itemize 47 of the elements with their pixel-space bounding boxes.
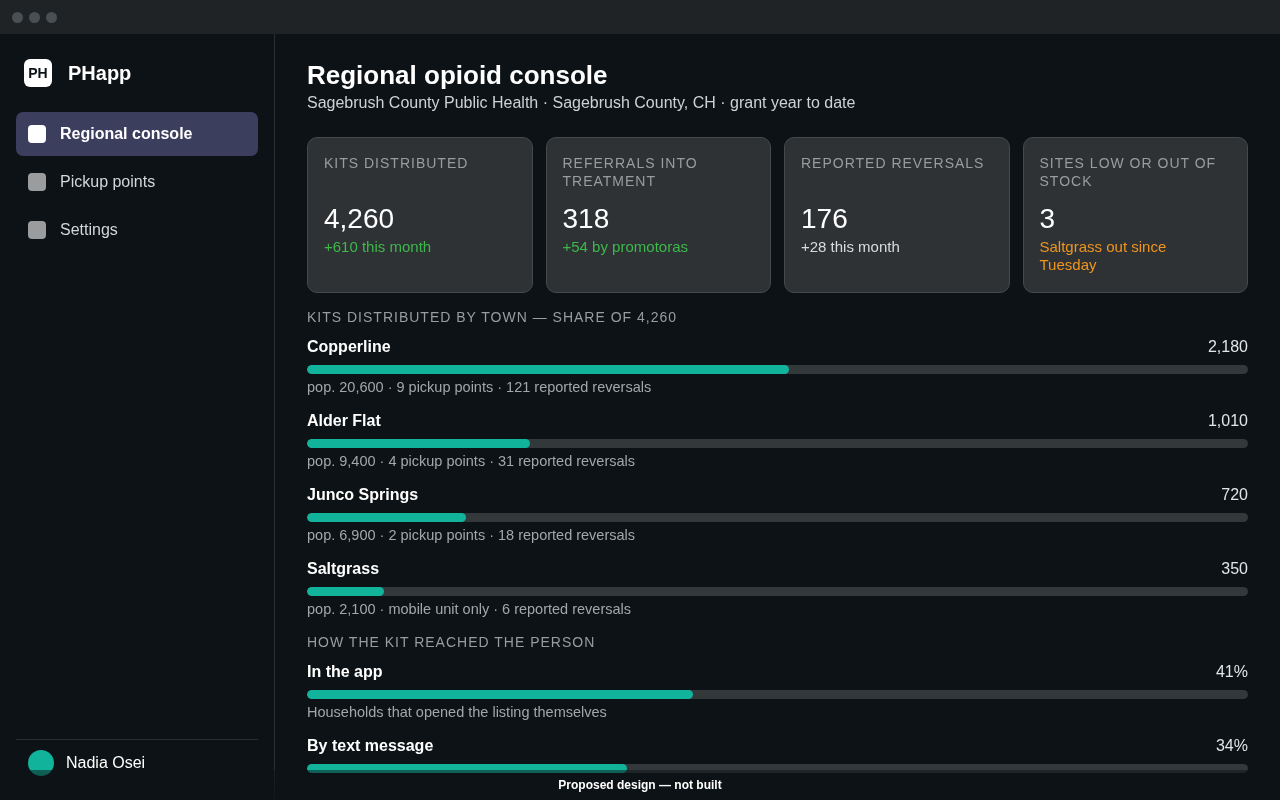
nav-icon: [28, 221, 46, 239]
stat-label: REFERRALS INTO TREATMENT: [562, 154, 699, 191]
row-caption: Households that opened the listing themselves: [307, 703, 608, 722]
row-value: 34%: [1215, 736, 1248, 757]
nav-icon: [28, 125, 46, 143]
stat-note: +610 this month: [324, 237, 433, 256]
row-caption: pop. 9,400 · 4 pickup points · 31 reported reversals: [307, 452, 637, 471]
row-label: In the app: [307, 662, 383, 683]
stat-label: REPORTED REVERSALS: [801, 154, 986, 174]
app-name: PHapp: [68, 61, 132, 86]
row-label: Alder Flat: [307, 411, 381, 432]
sidebar-item[interactable]: Pickup points: [16, 160, 258, 204]
stat-label: KITS DISTRIBUTED: [324, 154, 470, 174]
section-heading: HOW THE KIT REACHED THE PERSON: [307, 633, 597, 652]
row-value: 720: [1221, 485, 1248, 506]
stat-value: 3: [1039, 202, 1057, 236]
stat-note: Saltgrass out since Tuesday: [1039, 237, 1168, 274]
row-label: By text message: [307, 736, 434, 757]
row-value: 41%: [1215, 662, 1248, 683]
row-label: Junco Springs: [307, 485, 419, 506]
stat-value: 318: [562, 202, 611, 236]
sidebar-item[interactable]: Regional console: [16, 112, 258, 156]
window-control[interactable]: [29, 11, 40, 23]
stat-value: 176: [801, 202, 849, 236]
section-heading: KITS DISTRIBUTED BY TOWN — SHARE OF 4,260: [307, 308, 679, 327]
stat-note: +28 this month: [801, 237, 901, 256]
window-control[interactable]: [46, 11, 57, 23]
app-logo: PH: [24, 59, 52, 87]
page-subtitle: Sagebrush County Public Health · Sagebrush County, CH · grant year to date: [307, 93, 857, 113]
window-control[interactable]: [12, 11, 23, 23]
avatar-icon[interactable]: [28, 750, 54, 776]
row-label: Copperline: [307, 337, 391, 358]
row-caption: pop. 20,600 · 9 pickup points · 121 reported reversals: [307, 378, 653, 397]
footer-note: Proposed design — not built: [558, 777, 722, 794]
row-value: 2,180: [1207, 337, 1248, 358]
row-caption: pop. 2,100 · mobile unit only · 6 reported reversals: [307, 600, 632, 619]
stat-label: SITES LOW OR OUT OF STOCK: [1039, 154, 1218, 191]
nav-icon: [28, 173, 46, 191]
row-value: 350: [1221, 559, 1248, 580]
row-label: Saltgrass: [307, 559, 380, 580]
user-name[interactable]: Nadia Osei: [66, 751, 146, 775]
page-title: Regional opioid console: [307, 60, 609, 92]
stat-value: 4,260: [324, 202, 396, 236]
row-caption: pop. 6,900 · 2 pickup points · 18 reported reversals: [307, 526, 637, 545]
stat-note: +54 by promotoras: [562, 237, 689, 256]
row-value: 1,010: [1207, 411, 1248, 432]
sidebar-item[interactable]: Settings: [16, 208, 258, 252]
